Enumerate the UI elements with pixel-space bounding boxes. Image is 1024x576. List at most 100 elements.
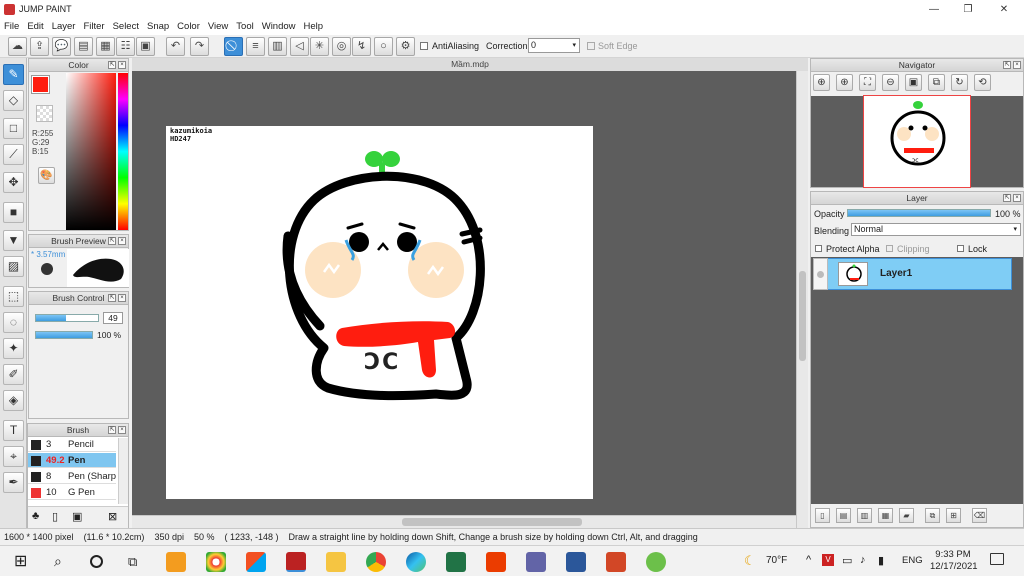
new-8bit-layer-icon[interactable]: ▥ bbox=[857, 508, 872, 523]
snap-radial-icon[interactable]: ◁ bbox=[290, 37, 309, 56]
jump-paint-icon[interactable] bbox=[286, 552, 306, 572]
primary-color-swatch[interactable] bbox=[32, 76, 49, 93]
menu-select[interactable]: Select bbox=[109, 19, 143, 34]
cortana-icon[interactable] bbox=[90, 555, 103, 568]
close-icon[interactable]: × bbox=[1013, 61, 1021, 69]
close-button[interactable]: ✕ bbox=[986, 0, 1022, 19]
export-icon[interactable]: ⇪ bbox=[30, 37, 49, 56]
new-raster-layer-icon[interactable]: ▤ bbox=[836, 508, 851, 523]
excel-icon[interactable] bbox=[446, 552, 466, 572]
text-tool-icon[interactable]: T bbox=[3, 420, 24, 441]
flip-icon[interactable]: ⧉ bbox=[928, 74, 945, 91]
snap-radial-line-icon[interactable]: ✳ bbox=[310, 37, 329, 56]
snap-settings-icon[interactable]: ⚙ bbox=[396, 37, 415, 56]
zoom-in-alt-icon[interactable]: ⊕ bbox=[836, 74, 853, 91]
comment-icon[interactable]: 💬 bbox=[52, 37, 71, 56]
grid-icon[interactable]: ▣ bbox=[136, 37, 155, 56]
document-tab[interactable]: Mầm.mdp bbox=[132, 58, 808, 71]
brush-size-value[interactable]: 49 bbox=[103, 312, 123, 324]
clock[interactable]: 9:33 PM 12/17/2021 bbox=[930, 549, 978, 573]
chrome-icon[interactable] bbox=[366, 552, 386, 572]
search-icon[interactable]: ⌕ bbox=[54, 553, 62, 570]
brush-tool-icon[interactable]: ✎ bbox=[3, 64, 24, 85]
volume-icon[interactable]: ♪ bbox=[860, 554, 866, 566]
brush-item-pen-sharp[interactable]: 8 Pen (Sharp) bbox=[28, 469, 116, 484]
magic-wand-tool-icon[interactable]: ✦ bbox=[3, 338, 24, 359]
undock-icon[interactable]: ⇱ bbox=[1003, 61, 1011, 69]
network-icon[interactable]: ▭ bbox=[842, 554, 852, 567]
fit-to-window-icon[interactable]: ⛶ bbox=[859, 74, 876, 91]
drawing-canvas[interactable]: kazumikoia HD247 ƆC bbox=[166, 126, 593, 499]
windows-start-icon[interactable]: ⊞ bbox=[14, 553, 27, 571]
chevron-up-icon[interactable]: ^ bbox=[806, 554, 811, 566]
delete-layer-icon[interactable]: ⌫ bbox=[972, 508, 987, 523]
actual-size-icon[interactable]: ▣ bbox=[905, 74, 922, 91]
snap-cross-icon[interactable]: ▥ bbox=[268, 37, 287, 56]
vertical-scroll-thumb[interactable] bbox=[799, 271, 806, 361]
list-icon[interactable]: ☷ bbox=[116, 37, 135, 56]
close-icon[interactable]: × bbox=[118, 237, 126, 245]
move-tool-icon[interactable]: ✥ bbox=[3, 172, 24, 193]
teams-icon[interactable] bbox=[526, 552, 546, 572]
snap-parallel-icon[interactable]: ≡ bbox=[246, 37, 265, 56]
undock-icon[interactable]: ⇱ bbox=[108, 237, 116, 245]
transparent-color-swatch[interactable] bbox=[36, 105, 53, 122]
brush-item-g-pen[interactable]: 10 G Pen bbox=[28, 485, 116, 500]
brush-settings-icon[interactable]: ▣ bbox=[72, 510, 82, 523]
notification-icon[interactable] bbox=[990, 553, 1004, 565]
close-icon[interactable]: × bbox=[1013, 194, 1021, 202]
new-brush-icon[interactable]: ▯ bbox=[52, 510, 58, 523]
navigator-thumbnail[interactable]: ɔc bbox=[863, 95, 971, 188]
brush-item-pen[interactable]: 49.2 Pen bbox=[28, 453, 116, 468]
memo-icon[interactable]: ▤ bbox=[74, 37, 93, 56]
new-folder-icon[interactable]: ▰ bbox=[899, 508, 914, 523]
soft-edge-checkbox[interactable] bbox=[587, 42, 595, 50]
antialiasing-checkbox[interactable] bbox=[420, 42, 428, 50]
close-icon[interactable]: × bbox=[118, 61, 126, 69]
brush-size-slider[interactable] bbox=[35, 314, 99, 322]
cloud-icon[interactable]: ☁ bbox=[8, 37, 27, 56]
bucket-tool-icon[interactable]: ▼ bbox=[3, 230, 24, 251]
menu-layer[interactable]: Layer bbox=[48, 19, 80, 34]
page-icon[interactable]: ▦ bbox=[96, 37, 115, 56]
menu-help[interactable]: Help bbox=[300, 19, 328, 34]
line-tool-icon[interactable]: ⟋ bbox=[3, 144, 24, 165]
lasso-select-tool-icon[interactable]: ◌ bbox=[3, 312, 24, 333]
horizontal-scroll-thumb[interactable] bbox=[402, 518, 582, 526]
layer-visibility-toggle[interactable] bbox=[813, 258, 828, 290]
menu-window[interactable]: Window bbox=[258, 19, 300, 34]
blending-select[interactable]: Normal ▾ bbox=[851, 223, 1021, 236]
taskbar-app-icon[interactable] bbox=[166, 552, 186, 572]
word-icon[interactable] bbox=[566, 552, 586, 572]
clipping-checkbox[interactable] bbox=[886, 245, 893, 252]
undock-icon[interactable]: ⇱ bbox=[108, 426, 116, 434]
brush-list-scrollbar[interactable] bbox=[118, 438, 128, 504]
zoom-out-icon[interactable]: ⊖ bbox=[882, 74, 899, 91]
layer-opacity-slider[interactable] bbox=[847, 209, 991, 217]
brush-opacity-slider[interactable] bbox=[35, 331, 93, 339]
battery-icon[interactable]: ▮ bbox=[878, 554, 884, 567]
palette-icon[interactable]: 🎨 bbox=[38, 167, 55, 184]
redo-icon[interactable]: ↷ bbox=[190, 37, 209, 56]
rect-select-tool-icon[interactable]: ⬚ bbox=[3, 286, 24, 307]
undo-icon[interactable]: ↶ bbox=[166, 37, 185, 56]
close-icon[interactable]: × bbox=[118, 294, 126, 302]
rectangle-tool-icon[interactable]: □ bbox=[3, 118, 24, 139]
picasa-icon[interactable] bbox=[206, 552, 226, 572]
snap-off-icon[interactable]: ⃠ bbox=[224, 37, 243, 56]
select-eraser-tool-icon[interactable]: ◈ bbox=[3, 390, 24, 411]
input-language[interactable]: ENG bbox=[902, 555, 923, 566]
saturation-value-picker[interactable] bbox=[66, 73, 116, 230]
new-layer-icon[interactable]: ▯ bbox=[815, 508, 830, 523]
tray-app-icon[interactable]: V bbox=[822, 554, 834, 566]
rotate-icon[interactable]: ↻ bbox=[951, 74, 968, 91]
new-halftone-layer-icon[interactable]: ▦ bbox=[878, 508, 893, 523]
correction-select[interactable]: 0 ▾ bbox=[528, 38, 580, 53]
merge-layer-icon[interactable]: ⊞ bbox=[946, 508, 961, 523]
edge-icon[interactable] bbox=[406, 552, 426, 572]
menu-view[interactable]: View bbox=[204, 19, 232, 34]
pen-tool-icon[interactable]: ✒ bbox=[3, 472, 24, 493]
task-view-icon[interactable]: ⧉ bbox=[128, 554, 137, 570]
hue-slider[interactable] bbox=[118, 73, 128, 230]
powerpoint-icon[interactable] bbox=[606, 552, 626, 572]
